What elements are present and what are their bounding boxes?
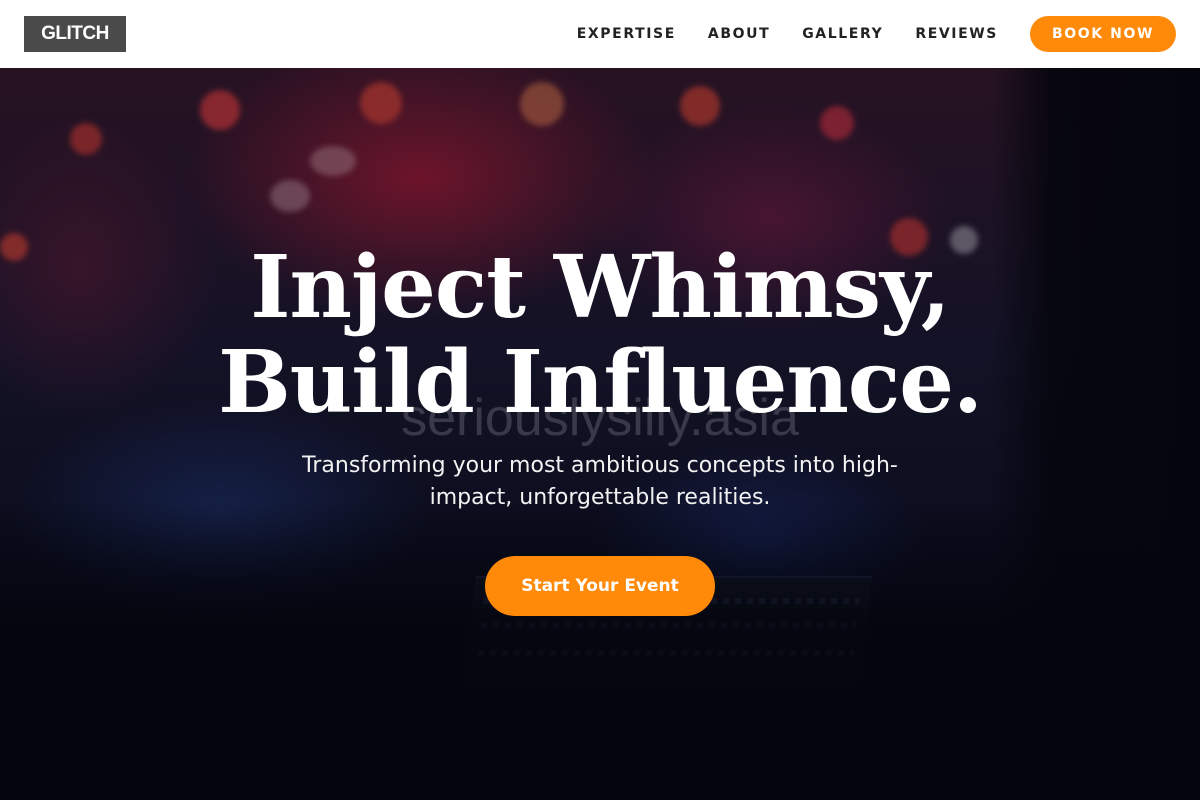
headline-line-1: Inject Whimsy, [250, 237, 950, 338]
top-navbar: GLITCH EXPERTISE ABOUT GALLERY REVIEWS B… [0, 0, 1200, 68]
nav-link-about[interactable]: ABOUT [708, 26, 770, 42]
headline-line-2: Build Influence. [218, 332, 983, 433]
site-logo[interactable]: GLITCH [24, 16, 126, 52]
book-now-button[interactable]: BOOK NOW [1030, 16, 1176, 52]
hero-section: seriouslysilly.asia Inject Whimsy, Build… [0, 68, 1200, 800]
hero-headline: Inject Whimsy, Build Influence. [0, 240, 1200, 430]
start-event-button[interactable]: Start Your Event [485, 556, 715, 616]
hero-subtitle: Transforming your most ambitious concept… [302, 453, 898, 510]
nav-link-gallery[interactable]: GALLERY [802, 26, 883, 42]
nav-links: EXPERTISE ABOUT GALLERY REVIEWS [545, 26, 998, 42]
nav-link-reviews[interactable]: REVIEWS [915, 26, 998, 42]
nav-right-group: EXPERTISE ABOUT GALLERY REVIEWS BOOK NOW [545, 16, 1176, 52]
nav-link-expertise[interactable]: EXPERTISE [577, 26, 676, 42]
hero-content: Inject Whimsy, Build Influence. Transfor… [0, 240, 1200, 616]
